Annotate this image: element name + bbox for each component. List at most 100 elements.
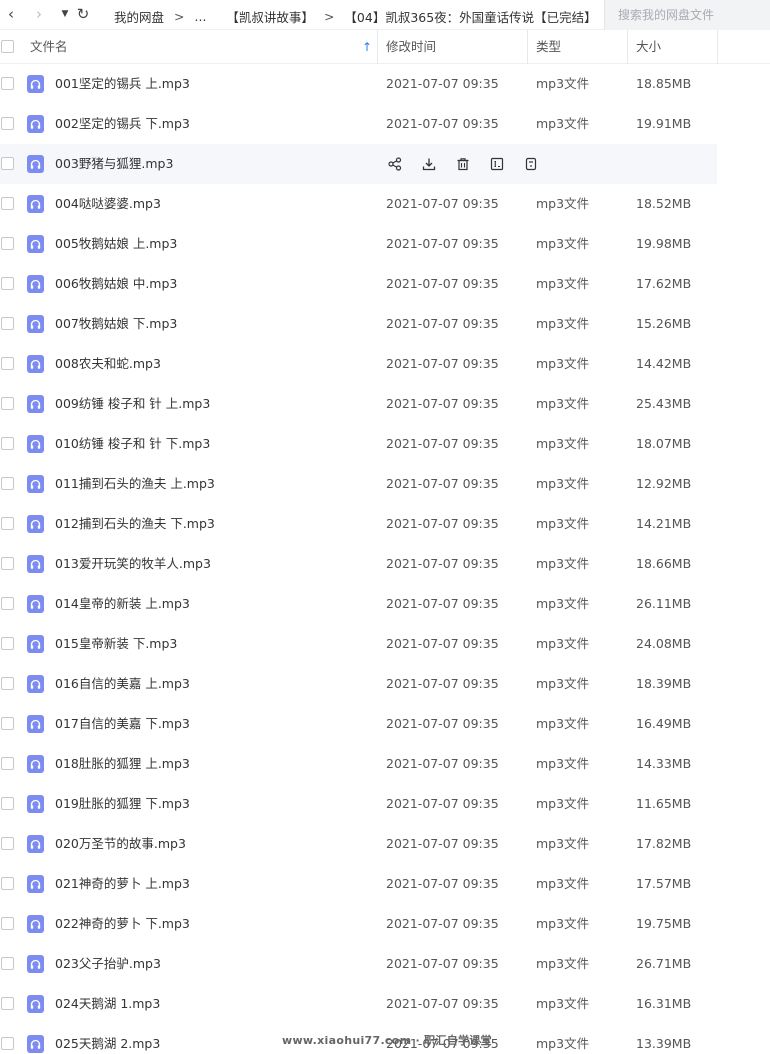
file-row[interactable]: 006牧鹅姑娘 中.mp3 2021-07-07 09:35 mp3文件 17.62M… (0, 264, 717, 304)
file-row[interactable]: 019肚胀的狐狸 下.mp3 2021-07-07 09:35 mp3文件 11.65… (0, 784, 717, 824)
file-row[interactable]: 021神奇的萝卜 上.mp3 2021-07-07 09:35 mp3文件 17.57… (0, 864, 717, 904)
breadcrumb-root[interactable]: 我的网盘 (114, 7, 164, 26)
file-name[interactable]: 020万圣节的故事.mp3 (55, 824, 186, 864)
file-name[interactable]: 012捕到石头的渔夫 下.mp3 (55, 504, 215, 544)
file-name[interactable]: 017自信的美嘉 下.mp3 (55, 704, 190, 744)
file-row[interactable]: 015皇帝新装 下.mp3 2021-07-07 09:35 mp3文件 24.08M… (0, 624, 717, 664)
file-name[interactable]: 003野猪与狐狸.mp3 (55, 144, 173, 184)
file-name[interactable]: 007牧鹅姑娘 下.mp3 (55, 304, 177, 344)
row-checkbox[interactable] (1, 597, 14, 610)
file-row[interactable]: 011捕到石头的渔夫 上.mp3 2021-07-07 09:35 mp3文件 12.… (0, 464, 717, 504)
file-name[interactable]: 015皇帝新装 下.mp3 (55, 624, 177, 664)
file-row[interactable]: 023父子抬驴.mp3 2021-07-07 09:35 mp3文件 26.71MB (0, 944, 717, 984)
breadcrumb-folder-kaishu[interactable]: 【凯叔讲故事】 (226, 7, 314, 26)
delete-icon[interactable] (454, 155, 472, 173)
column-header-size[interactable]: 大小 (636, 30, 661, 64)
file-name[interactable]: 023父子抬驴.mp3 (55, 944, 161, 984)
file-name[interactable]: 005牧鹅姑娘 上.mp3 (55, 224, 177, 264)
file-row[interactable]: 017自信的美嘉 下.mp3 2021-07-07 09:35 mp3文件 16.49… (0, 704, 717, 744)
file-row[interactable]: 009纺锤 梭子和 针 上.mp3 2021-07-07 09:35 mp3文件 25… (0, 384, 717, 424)
row-checkbox[interactable] (1, 557, 14, 570)
row-checkbox[interactable] (1, 837, 14, 850)
file-name[interactable]: 004哒哒婆婆.mp3 (55, 184, 161, 224)
column-header-time[interactable]: 修改时间 (386, 30, 436, 64)
file-row[interactable]: 016自信的美嘉 上.mp3 2021-07-07 09:35 mp3文件 18.39… (0, 664, 717, 704)
file-row[interactable]: 018肚胀的狐狸 上.mp3 2021-07-07 09:35 mp3文件 14.33… (0, 744, 717, 784)
file-name[interactable]: 022神奇的萝卜 下.mp3 (55, 904, 190, 944)
row-checkbox[interactable] (1, 517, 14, 530)
row-checkbox[interactable] (1, 157, 14, 170)
row-checkbox[interactable] (1, 917, 14, 930)
file-row[interactable]: 002坚定的锡兵 下.mp3 2021-07-07 09:35 mp3文件 19.91… (0, 104, 717, 144)
back-arrow-icon[interactable]: ‹ (2, 5, 20, 23)
refresh-icon[interactable]: ↻ (74, 5, 92, 23)
select-all-checkbox[interactable] (1, 40, 14, 53)
row-checkbox[interactable] (1, 637, 14, 650)
file-row[interactable]: 005牧鹅姑娘 上.mp3 2021-07-07 09:35 mp3文件 19.98M… (0, 224, 717, 264)
file-row[interactable]: 020万圣节的故事.mp3 2021-07-07 09:35 mp3文件 17.82M… (0, 824, 717, 864)
row-checkbox[interactable] (1, 237, 14, 250)
row-checkbox[interactable] (1, 197, 14, 210)
column-header-name[interactable]: 文件名 (30, 30, 68, 64)
row-checkbox[interactable] (1, 437, 14, 450)
file-row[interactable]: 014皇帝的新装 上.mp3 2021-07-07 09:35 mp3文件 26.11… (0, 584, 717, 624)
file-name[interactable]: 006牧鹅姑娘 中.mp3 (55, 264, 177, 304)
file-row[interactable]: 001坚定的锡兵 上.mp3 2021-07-07 09:35 mp3文件 18.85… (0, 64, 717, 104)
file-name[interactable]: 008农夫和蛇.mp3 (55, 344, 161, 384)
sort-ascending-icon[interactable]: ↑ (362, 40, 372, 54)
file-row[interactable]: 013爱开玩笑的牧羊人.mp3 2021-07-07 09:35 mp3文件 18.6… (0, 544, 717, 584)
search-box[interactable] (604, 0, 770, 30)
file-name[interactable]: 002坚定的锡兵 下.mp3 (55, 104, 190, 144)
row-checkbox[interactable] (1, 877, 14, 890)
history-dropdown-icon[interactable]: ▼ (56, 5, 74, 23)
row-checkbox[interactable] (1, 117, 14, 130)
column-header-type[interactable]: 类型 (536, 30, 561, 64)
file-name[interactable]: 013爱开玩笑的牧羊人.mp3 (55, 544, 211, 584)
file-row[interactable]: 010纺锤 梭子和 针 下.mp3 2021-07-07 09:35 mp3文件 18… (0, 424, 717, 464)
file-row[interactable]: 022神奇的萝卜 下.mp3 2021-07-07 09:35 mp3文件 19.75… (0, 904, 717, 944)
column-resize-handle[interactable] (627, 30, 628, 64)
file-row[interactable]: 008农夫和蛇.mp3 2021-07-07 09:35 mp3文件 14.42MB (0, 344, 717, 384)
forward-arrow-icon[interactable]: › (30, 5, 48, 23)
file-name[interactable]: 021神奇的萝卜 上.mp3 (55, 864, 190, 904)
file-name[interactable]: 024天鹅湖 1.mp3 (55, 984, 160, 1024)
download-icon[interactable] (420, 155, 438, 173)
row-checkbox[interactable] (1, 757, 14, 770)
file-name[interactable]: 016自信的美嘉 上.mp3 (55, 664, 190, 704)
row-checkbox[interactable] (1, 677, 14, 690)
share-icon[interactable] (386, 155, 404, 173)
file-row[interactable]: 007牧鹅姑娘 下.mp3 2021-07-07 09:35 mp3文件 15.26M… (0, 304, 717, 344)
file-row[interactable]: 024天鹅湖 1.mp3 2021-07-07 09:35 mp3文件 16.31MB (0, 984, 717, 1024)
row-checkbox[interactable] (1, 717, 14, 730)
file-name[interactable]: 009纺锤 梭子和 针 上.mp3 (55, 384, 210, 424)
row-checkbox[interactable] (1, 997, 14, 1010)
file-name[interactable]: 001坚定的锡兵 上.mp3 (55, 64, 190, 104)
file-name[interactable]: 011捕到石头的渔夫 上.mp3 (55, 464, 215, 504)
more-icon[interactable] (522, 155, 540, 173)
file-name[interactable]: 019肚胀的狐狸 下.mp3 (55, 784, 190, 824)
row-checkbox[interactable] (1, 797, 14, 810)
file-name[interactable]: 025天鹅湖 2.mp3 (55, 1024, 160, 1054)
row-checkbox[interactable] (1, 357, 14, 370)
breadcrumb-collapsed[interactable]: ... (195, 9, 207, 24)
row-checkbox[interactable] (1, 1037, 14, 1050)
row-checkbox[interactable] (1, 317, 14, 330)
row-checkbox[interactable] (1, 77, 14, 90)
file-row[interactable]: 003野猪与狐狸.mp3 (0, 144, 717, 184)
file-name[interactable]: 010纺锤 梭子和 针 下.mp3 (55, 424, 210, 464)
column-resize-handle[interactable] (377, 30, 378, 64)
row-checkbox[interactable] (1, 277, 14, 290)
file-name[interactable]: 018肚胀的狐狸 上.mp3 (55, 744, 190, 784)
row-checkbox[interactable] (1, 957, 14, 970)
rename-icon[interactable] (488, 155, 506, 173)
column-resize-handle[interactable] (717, 30, 718, 64)
file-row[interactable]: 004哒哒婆婆.mp3 2021-07-07 09:35 mp3文件 18.52MB (0, 184, 717, 224)
file-row[interactable]: 012捕到石头的渔夫 下.mp3 2021-07-07 09:35 mp3文件 14.… (0, 504, 717, 544)
column-resize-handle[interactable] (527, 30, 528, 64)
breadcrumb-current-folder[interactable]: 【04】凯叔365夜：外国童话传说【已完结】 (344, 7, 596, 26)
row-checkbox[interactable] (1, 477, 14, 490)
file-type: mp3文件 (536, 436, 590, 451)
row-checkbox[interactable] (1, 397, 14, 410)
file-name[interactable]: 014皇帝的新装 上.mp3 (55, 584, 190, 624)
search-input[interactable] (618, 8, 768, 22)
